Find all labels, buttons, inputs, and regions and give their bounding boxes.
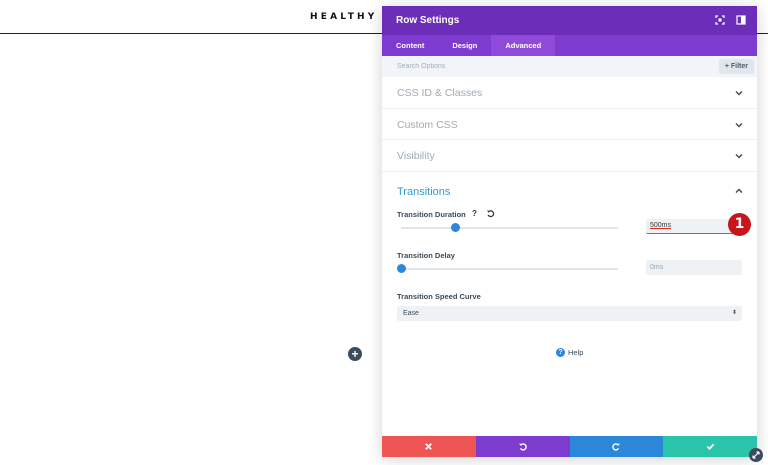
cancel-button[interactable] <box>382 436 476 457</box>
close-icon <box>425 443 433 450</box>
tab-advanced[interactable]: Advanced <box>491 35 556 56</box>
panel-title: Row Settings <box>396 15 460 26</box>
undo-icon <box>519 443 527 451</box>
field-label: Transition Delay <box>397 250 455 260</box>
chevron-down-icon <box>735 154 743 159</box>
search-input[interactable] <box>382 56 702 77</box>
select-arrow-icon: ⬍ <box>731 309 737 316</box>
chevron-up-icon <box>735 188 743 193</box>
delay-input[interactable] <box>646 259 742 275</box>
speed-curve-select[interactable]: Ease ⬍ <box>397 305 742 321</box>
tab-design[interactable]: Design <box>438 35 491 56</box>
resize-handle[interactable] <box>749 448 763 462</box>
save-button[interactable] <box>663 436 757 457</box>
tab-bar: Content Design Advanced <box>382 35 757 56</box>
plus-icon: + <box>351 347 359 361</box>
section-label: Custom CSS <box>397 118 458 131</box>
transitions-header[interactable]: Transitions <box>382 172 757 206</box>
undo-button[interactable] <box>475 436 570 457</box>
help-link[interactable]: ? Help <box>556 348 583 357</box>
help-label: Help <box>568 348 584 357</box>
section-label: Visibility <box>397 150 435 162</box>
resize-arrows-icon <box>752 451 760 459</box>
help-circle-icon: ? <box>556 348 565 357</box>
help-icon[interactable]: ? <box>472 209 477 218</box>
transition-duration-field: Transition Duration ? 1 <box>382 209 757 251</box>
panel-header: Row Settings <box>382 6 757 35</box>
add-module-button[interactable]: + <box>348 347 362 361</box>
slider-thumb[interactable] <box>396 264 406 273</box>
section-visibility[interactable]: Visibility <box>382 140 757 172</box>
section-transitions: Transitions Transition Duration ? 1 Tran… <box>382 172 757 333</box>
duration-slider[interactable] <box>401 223 618 232</box>
delay-slider[interactable] <box>396 264 618 273</box>
row-settings-panel: Row Settings Content Design Advanced + F… <box>382 6 757 457</box>
step-badge: 1 <box>728 212 751 236</box>
reset-icon[interactable] <box>486 209 495 218</box>
dock-icon[interactable] <box>736 15 746 25</box>
search-bar: + Filter <box>382 56 757 77</box>
chevron-down-icon <box>735 122 743 127</box>
transition-delay-field: Transition Delay <box>382 251 757 292</box>
slider-thumb[interactable] <box>450 223 460 232</box>
check-icon <box>706 443 714 451</box>
tab-content[interactable]: Content <box>382 35 438 56</box>
section-custom-css[interactable]: Custom CSS <box>382 109 757 140</box>
select-value: Ease <box>403 309 419 317</box>
filter-button[interactable]: + Filter <box>718 59 754 74</box>
section-css-id-classes[interactable]: CSS ID & Classes <box>382 77 757 109</box>
chevron-down-icon <box>735 91 743 96</box>
field-label: Transition Duration <box>397 209 466 219</box>
section-label: CSS ID & Classes <box>397 87 483 99</box>
field-label: Transition Speed Curve <box>397 291 481 301</box>
panel-footer <box>382 436 757 457</box>
redo-icon <box>612 443 620 451</box>
expand-icon[interactable] <box>715 15 725 25</box>
transition-speed-curve-field: Transition Speed Curve Ease ⬍ <box>382 292 757 333</box>
redo-button[interactable] <box>569 436 664 457</box>
section-label: Transitions <box>397 185 451 198</box>
